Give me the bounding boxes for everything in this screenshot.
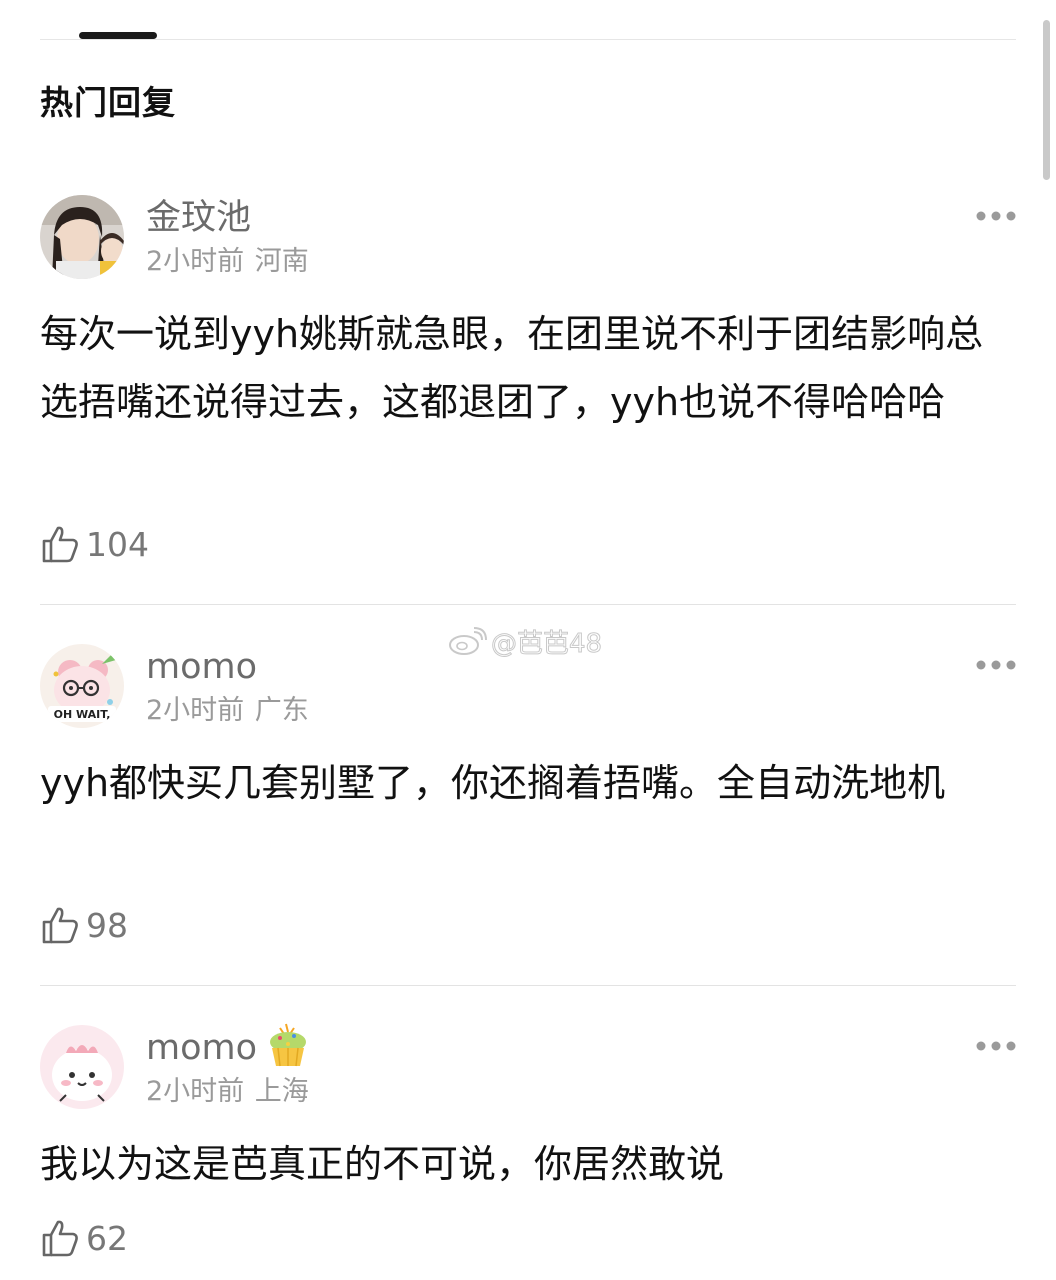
comment-time: 2小时前 xyxy=(146,246,245,277)
comment-text: yyh都快买几套别墅了，你还搁着捂嘴。全自动洗地机 xyxy=(40,761,946,805)
more-dots-icon[interactable] xyxy=(976,658,1016,672)
comment-text: 我以为这是芭真正的不可说，你居然敢说 xyxy=(40,1142,725,1186)
comment-location: 河南 xyxy=(254,246,309,277)
comment-location: 上海 xyxy=(254,1076,309,1107)
avatar[interactable] xyxy=(40,195,124,279)
weibo-logo-icon xyxy=(449,627,487,655)
tab-bar-divider xyxy=(40,39,1016,40)
scrollbar[interactable] xyxy=(1043,20,1050,180)
comment-meta: 2小时前 上海 xyxy=(146,1076,309,1108)
active-tab-indicator xyxy=(79,32,157,39)
more-dots-icon[interactable] xyxy=(976,209,1016,223)
watermark-text: @芭芭48 xyxy=(490,628,603,659)
comment-time: 2小时前 xyxy=(146,1076,245,1107)
section-title: 热门回复 xyxy=(40,83,176,122)
comment-divider xyxy=(40,985,1016,986)
like-count: 62 xyxy=(86,1218,128,1258)
more-dots-icon[interactable] xyxy=(976,1039,1016,1053)
like-count: 98 xyxy=(86,905,128,945)
like-button[interactable]: 62 xyxy=(40,1216,128,1260)
username[interactable]: momo xyxy=(146,1028,257,1068)
cupcake-icon xyxy=(270,1023,306,1067)
like-button[interactable]: 98 xyxy=(40,903,128,947)
username[interactable]: 金玟池 xyxy=(146,198,251,238)
comment-meta: 2小时前 河南 xyxy=(146,246,309,278)
like-count: 104 xyxy=(86,524,149,564)
thumbs-up-icon xyxy=(42,526,78,563)
like-button[interactable]: 104 xyxy=(40,522,149,566)
comment-location: 广东 xyxy=(254,695,309,726)
watermark: @芭芭48 xyxy=(447,622,603,660)
username[interactable]: momo xyxy=(146,647,257,687)
comment-text: 每次一说到yyh姚斯就急眼，在团里说不利于团结影响总选捂嘴还说得过去，这都退团了… xyxy=(40,312,984,424)
comment-divider xyxy=(40,604,1016,605)
avatar[interactable]: OH WAIT, xyxy=(40,644,124,728)
avatar-caption: OH WAIT, xyxy=(54,708,111,721)
thumbs-up-icon xyxy=(42,1220,78,1257)
comment-meta: 2小时前 广东 xyxy=(146,695,309,727)
comment-time: 2小时前 xyxy=(146,695,245,726)
thumbs-up-icon xyxy=(42,907,78,944)
avatar[interactable] xyxy=(40,1025,124,1109)
